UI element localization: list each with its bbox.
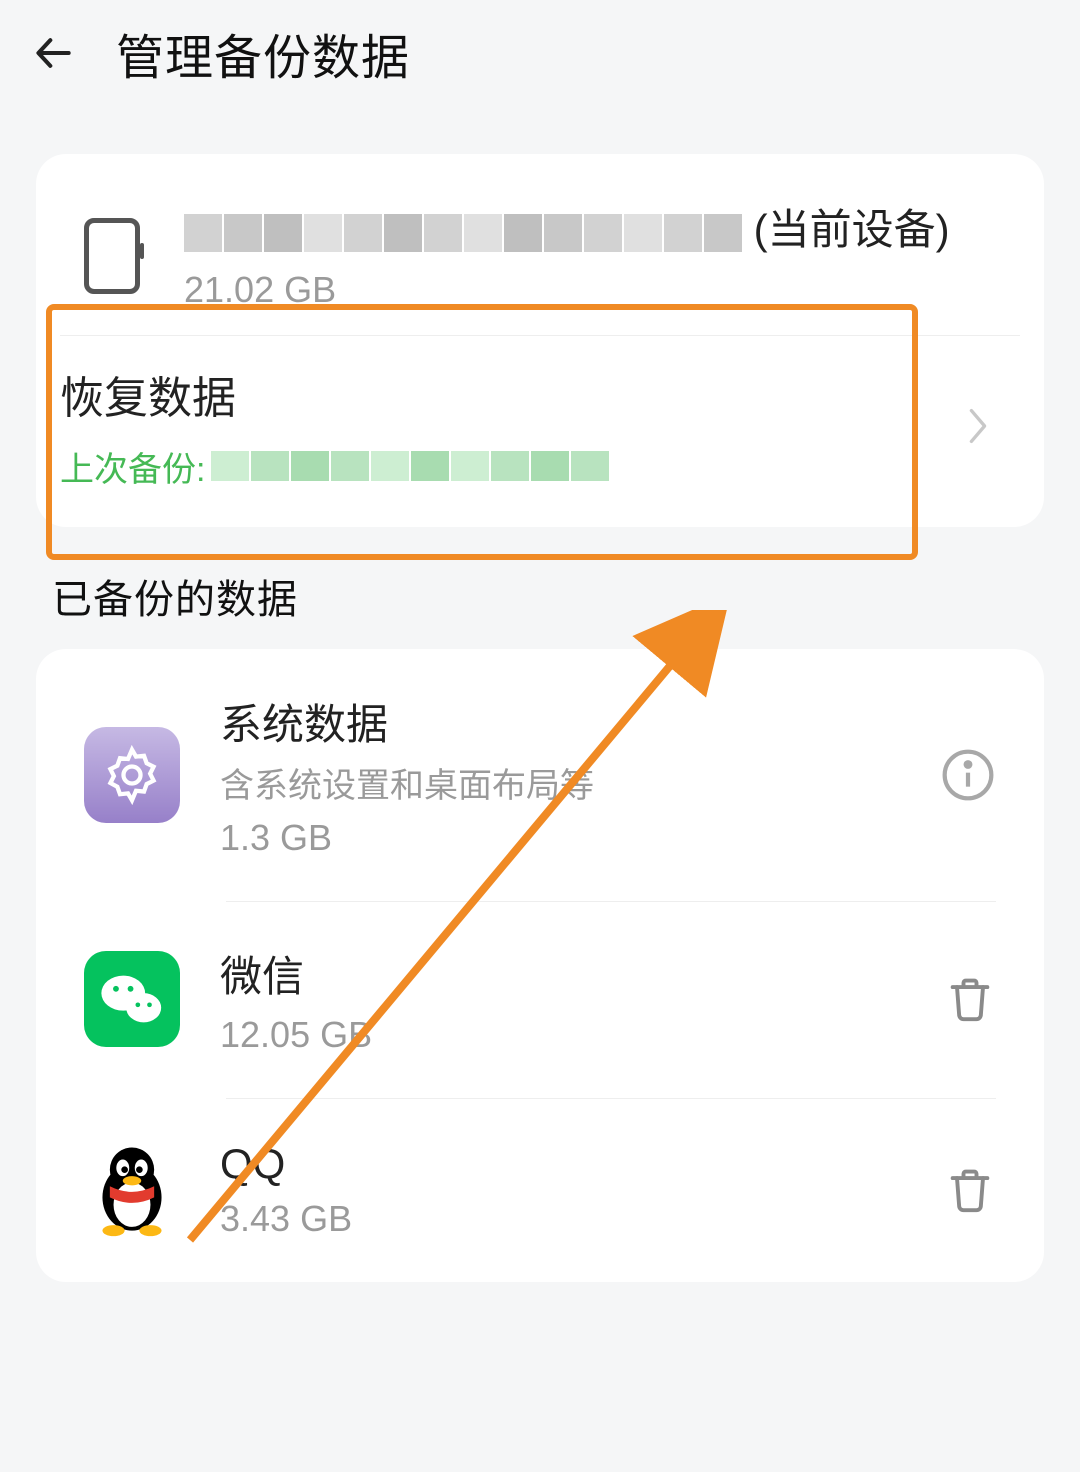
info-icon[interactable] — [940, 747, 996, 803]
device-suffix: (当前设备) — [742, 206, 950, 253]
section-title: 已备份的数据 — [52, 567, 1044, 625]
chevron-right-icon — [964, 404, 992, 448]
phone-icon — [84, 218, 140, 294]
restore-last-backup: 上次备份: — [60, 442, 964, 491]
app-row-qq[interactable]: QQ 3.43 GB — [36, 1098, 1044, 1282]
device-card: (当前设备) 21.02 GB 恢复数据 上次备份: — [36, 154, 1044, 527]
app-size: 1.3 GB — [220, 817, 900, 859]
settings-app-icon — [84, 727, 180, 823]
gear-icon — [100, 743, 164, 807]
header-bar: 管理备份数据 — [0, 0, 1080, 106]
arrow-left-icon — [32, 31, 76, 75]
penguin-icon — [86, 1142, 178, 1238]
qq-app-icon — [84, 1142, 180, 1238]
page-title: 管理备份数据 — [116, 18, 410, 88]
app-size: 12.05 GB — [220, 1014, 904, 1056]
back-button[interactable] — [30, 29, 78, 77]
restore-title: 恢复数据 — [60, 362, 964, 426]
app-size: 3.43 GB — [220, 1198, 904, 1240]
apps-list-card: 系统数据 含系统设置和桌面布局等 1.3 GB 微信 12.05 GB — [36, 649, 1044, 1282]
device-row[interactable]: (当前设备) 21.02 GB — [36, 154, 1044, 335]
restore-data-row[interactable]: 恢复数据 上次备份: — [60, 335, 1020, 527]
wechat-icon — [97, 969, 167, 1029]
app-name: 微信 — [220, 943, 904, 1004]
app-name: 系统数据 — [220, 691, 900, 752]
device-name: (当前设备) — [184, 202, 996, 259]
redacted-device-name — [184, 214, 742, 252]
last-backup-prefix: 上次备份: — [60, 442, 205, 491]
trash-icon[interactable] — [944, 973, 996, 1025]
app-name: QQ — [220, 1140, 904, 1188]
wechat-app-icon — [84, 951, 180, 1047]
device-size: 21.02 GB — [184, 269, 996, 311]
app-row-system[interactable]: 系统数据 含系统设置和桌面布局等 1.3 GB — [36, 649, 1044, 901]
trash-icon[interactable] — [944, 1164, 996, 1216]
app-row-wechat[interactable]: 微信 12.05 GB — [36, 901, 1044, 1098]
app-desc: 含系统设置和桌面布局等 — [220, 758, 900, 807]
redacted-backup-time — [211, 451, 609, 481]
